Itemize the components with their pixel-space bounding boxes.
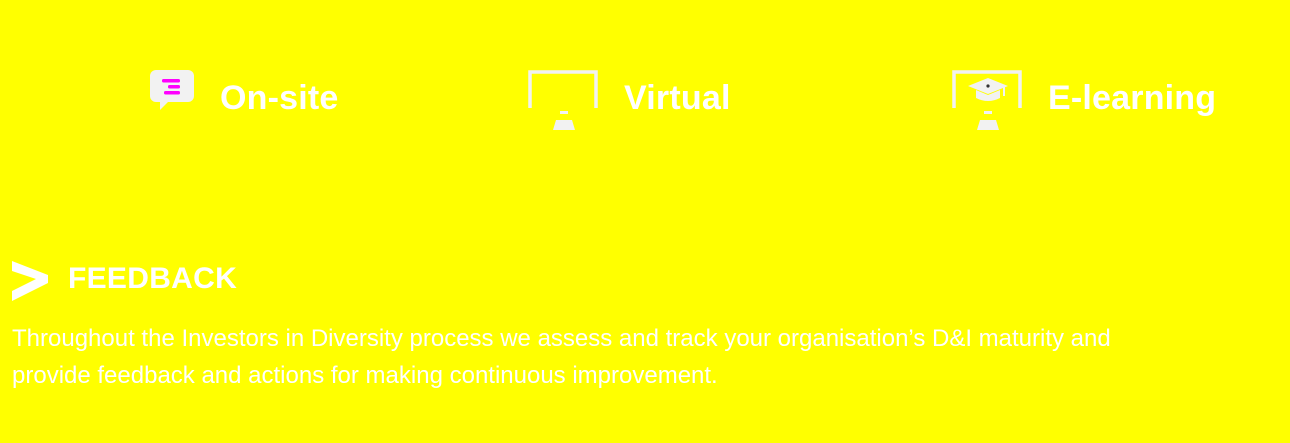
mode-label: E-learning: [1048, 79, 1217, 117]
chevron-right-icon: [12, 257, 48, 301]
mode-onsite: On-site: [146, 58, 339, 138]
mode-elearning: E-learning: [950, 58, 1216, 138]
section-title: FEEDBACK: [68, 262, 238, 295]
feedback-header: FEEDBACK: [12, 256, 1252, 302]
mode-label: Virtual: [624, 79, 731, 117]
section-body: Throughout the Investors in Diversity pr…: [12, 325, 1111, 389]
delivery-modes: On-site Virtual E-learning: [0, 58, 1290, 138]
chat-bubble-icon: [146, 62, 218, 134]
mode-label: On-site: [220, 79, 339, 117]
feedback-section: FEEDBACK Throughout the Investors in Div…: [12, 256, 1252, 394]
graduation-monitor-icon: [950, 62, 1022, 134]
monitor-icon: [526, 62, 598, 134]
mode-virtual: Virtual: [526, 58, 731, 138]
